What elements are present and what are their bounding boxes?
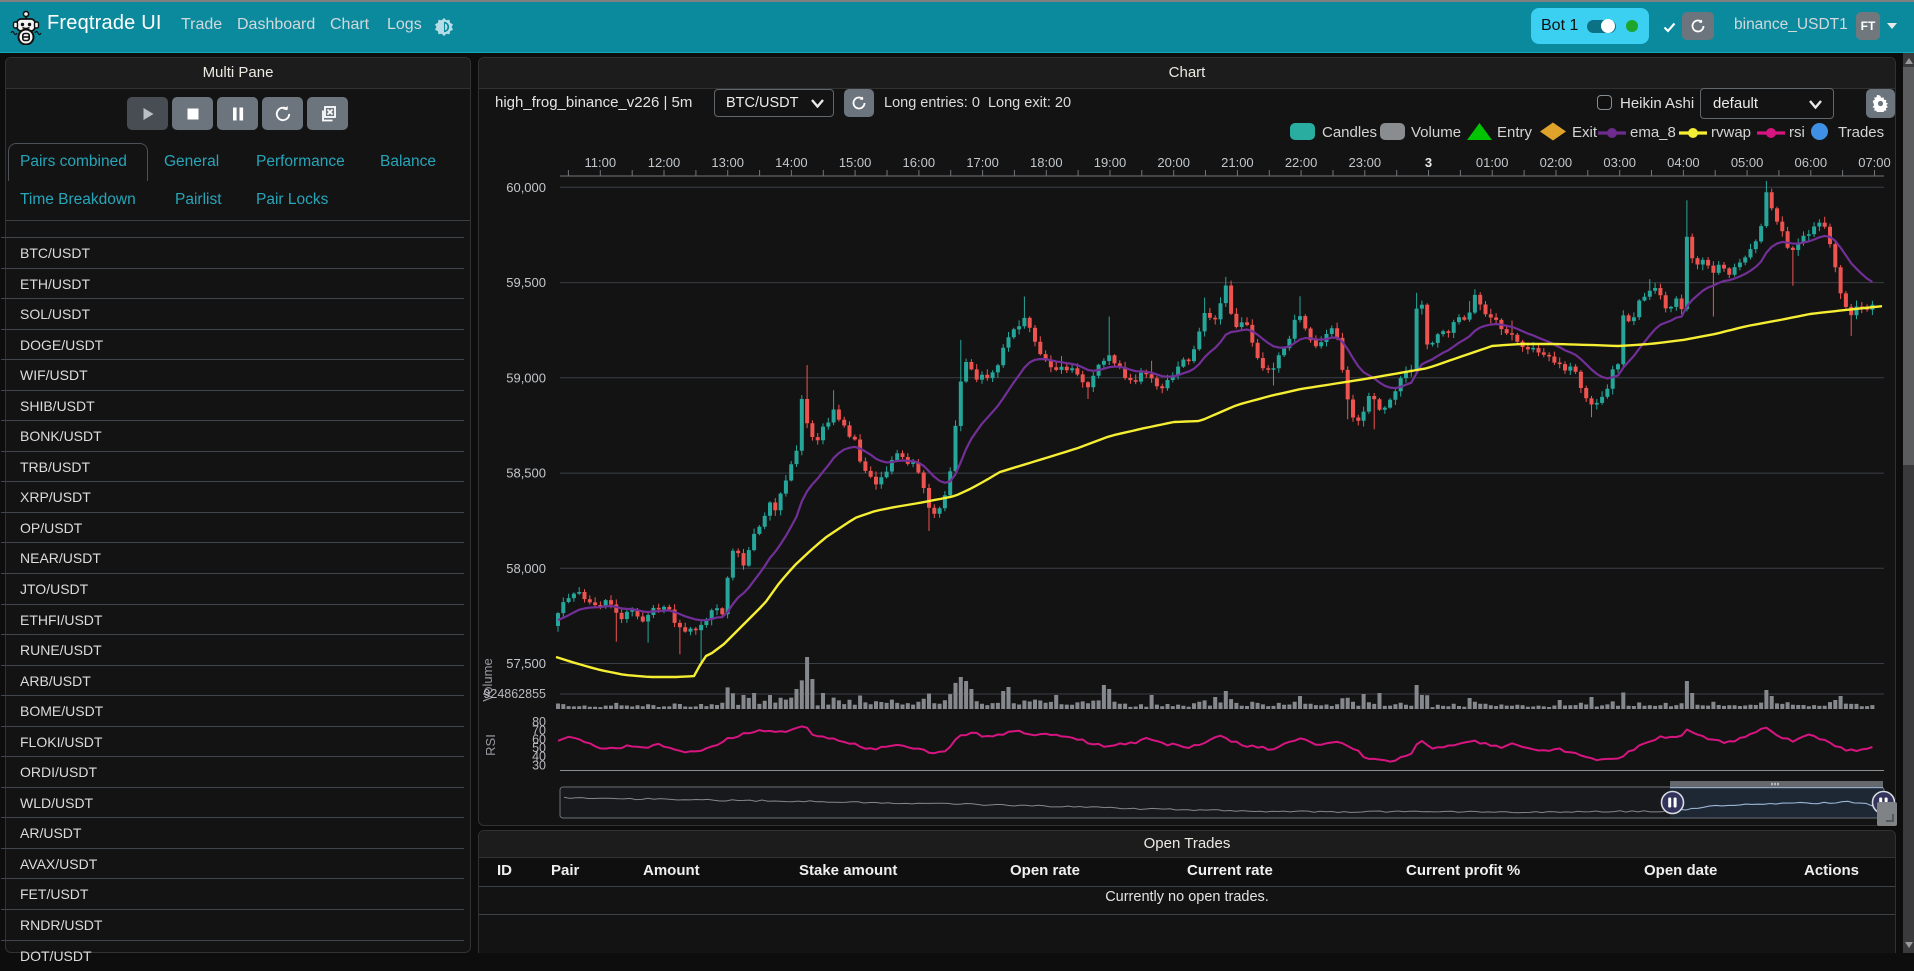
svg-text:01:00: 01:00 bbox=[1476, 155, 1509, 170]
svg-text:58,000: 58,000 bbox=[506, 561, 546, 576]
svg-text:924862855: 924862855 bbox=[483, 687, 546, 701]
svg-text:17:00: 17:00 bbox=[966, 155, 999, 170]
svg-text:RSI: RSI bbox=[483, 734, 498, 756]
svg-text:16:00: 16:00 bbox=[903, 155, 936, 170]
svg-text:58,500: 58,500 bbox=[506, 466, 546, 481]
svg-text:21:00: 21:00 bbox=[1221, 155, 1254, 170]
svg-text:3: 3 bbox=[1425, 155, 1432, 170]
svg-text:18:00: 18:00 bbox=[1030, 155, 1063, 170]
svg-text:12:00: 12:00 bbox=[648, 155, 681, 170]
svg-text:06:00: 06:00 bbox=[1795, 155, 1828, 170]
svg-text:19:00: 19:00 bbox=[1094, 155, 1127, 170]
svg-text:60,000: 60,000 bbox=[506, 180, 546, 195]
svg-text:05:00: 05:00 bbox=[1731, 155, 1764, 170]
svg-text:57,500: 57,500 bbox=[506, 656, 546, 671]
svg-text:30: 30 bbox=[532, 758, 546, 772]
svg-text:11:00: 11:00 bbox=[585, 155, 617, 170]
svg-text:13:00: 13:00 bbox=[711, 155, 744, 170]
svg-text:07:00: 07:00 bbox=[1858, 155, 1891, 170]
svg-text:59,500: 59,500 bbox=[506, 275, 546, 290]
svg-text:23:00: 23:00 bbox=[1349, 155, 1382, 170]
svg-text:04:00: 04:00 bbox=[1667, 155, 1700, 170]
svg-text:14:00: 14:00 bbox=[775, 155, 808, 170]
svg-text:22:00: 22:00 bbox=[1285, 155, 1318, 170]
svg-text:03:00: 03:00 bbox=[1603, 155, 1636, 170]
svg-text:02:00: 02:00 bbox=[1540, 155, 1573, 170]
svg-text:59,000: 59,000 bbox=[506, 370, 546, 385]
svg-text:15:00: 15:00 bbox=[839, 155, 872, 170]
svg-text:20:00: 20:00 bbox=[1157, 155, 1190, 170]
